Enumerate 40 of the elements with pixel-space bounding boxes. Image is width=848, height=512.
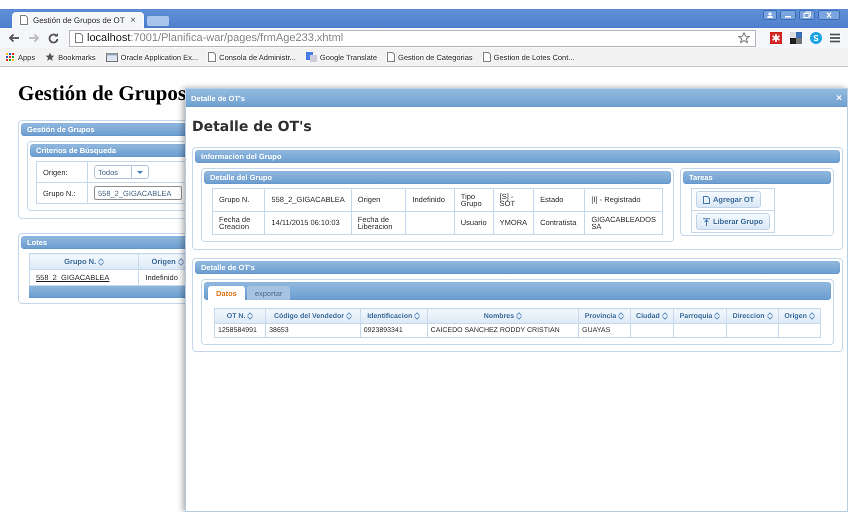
user-icon[interactable] [763,10,777,20]
address-bar[interactable]: localhost:7001/Planifica-war/pages/frmAge233.xhtml [69,30,756,46]
translate-icon [306,52,317,62]
sort-icon [98,258,104,266]
extension-icon[interactable] [790,32,802,44]
sort-icon [714,312,720,320]
browser-tab[interactable]: Gestión de Grupos de OT × [12,12,144,28]
page-icon [482,52,491,62]
page-heading: Gestión de Grupos [18,81,188,106]
close-icon[interactable] [818,10,840,20]
tab-close-button[interactable]: × [130,14,136,26]
upload-icon [703,218,710,226]
document-icon [703,196,710,204]
restore-icon[interactable] [799,10,815,20]
page-icon [20,15,28,25]
sort-icon [346,312,352,320]
back-icon[interactable] [8,33,20,43]
reload-icon[interactable] [48,32,59,44]
sort-icon [662,312,668,320]
sort-icon [178,258,184,266]
star-icon [45,52,56,62]
sort-icon [808,312,815,320]
star-icon[interactable] [738,32,750,44]
sort-icon [618,312,624,320]
apps-grid-icon [6,52,15,62]
minimize-icon[interactable] [780,10,796,20]
sort-icon [247,312,254,320]
url-text: localhost:7001/Planifica-war/pages/frmAge233.xhtml [87,32,344,44]
chat-icon[interactable] [810,32,822,44]
window-icon [106,52,118,62]
dialog-heading: Detalle de OT's [192,119,313,135]
sort-icon [766,312,772,320]
page-icon [208,52,216,62]
sort-icon [516,312,522,320]
sort-icon [414,312,420,320]
page-icon [387,52,396,62]
close-button[interactable]: × [836,92,842,104]
tab-title: Gestión de Grupos de OT [33,16,126,24]
menu-icon[interactable] [830,33,840,43]
page-icon [75,33,83,43]
